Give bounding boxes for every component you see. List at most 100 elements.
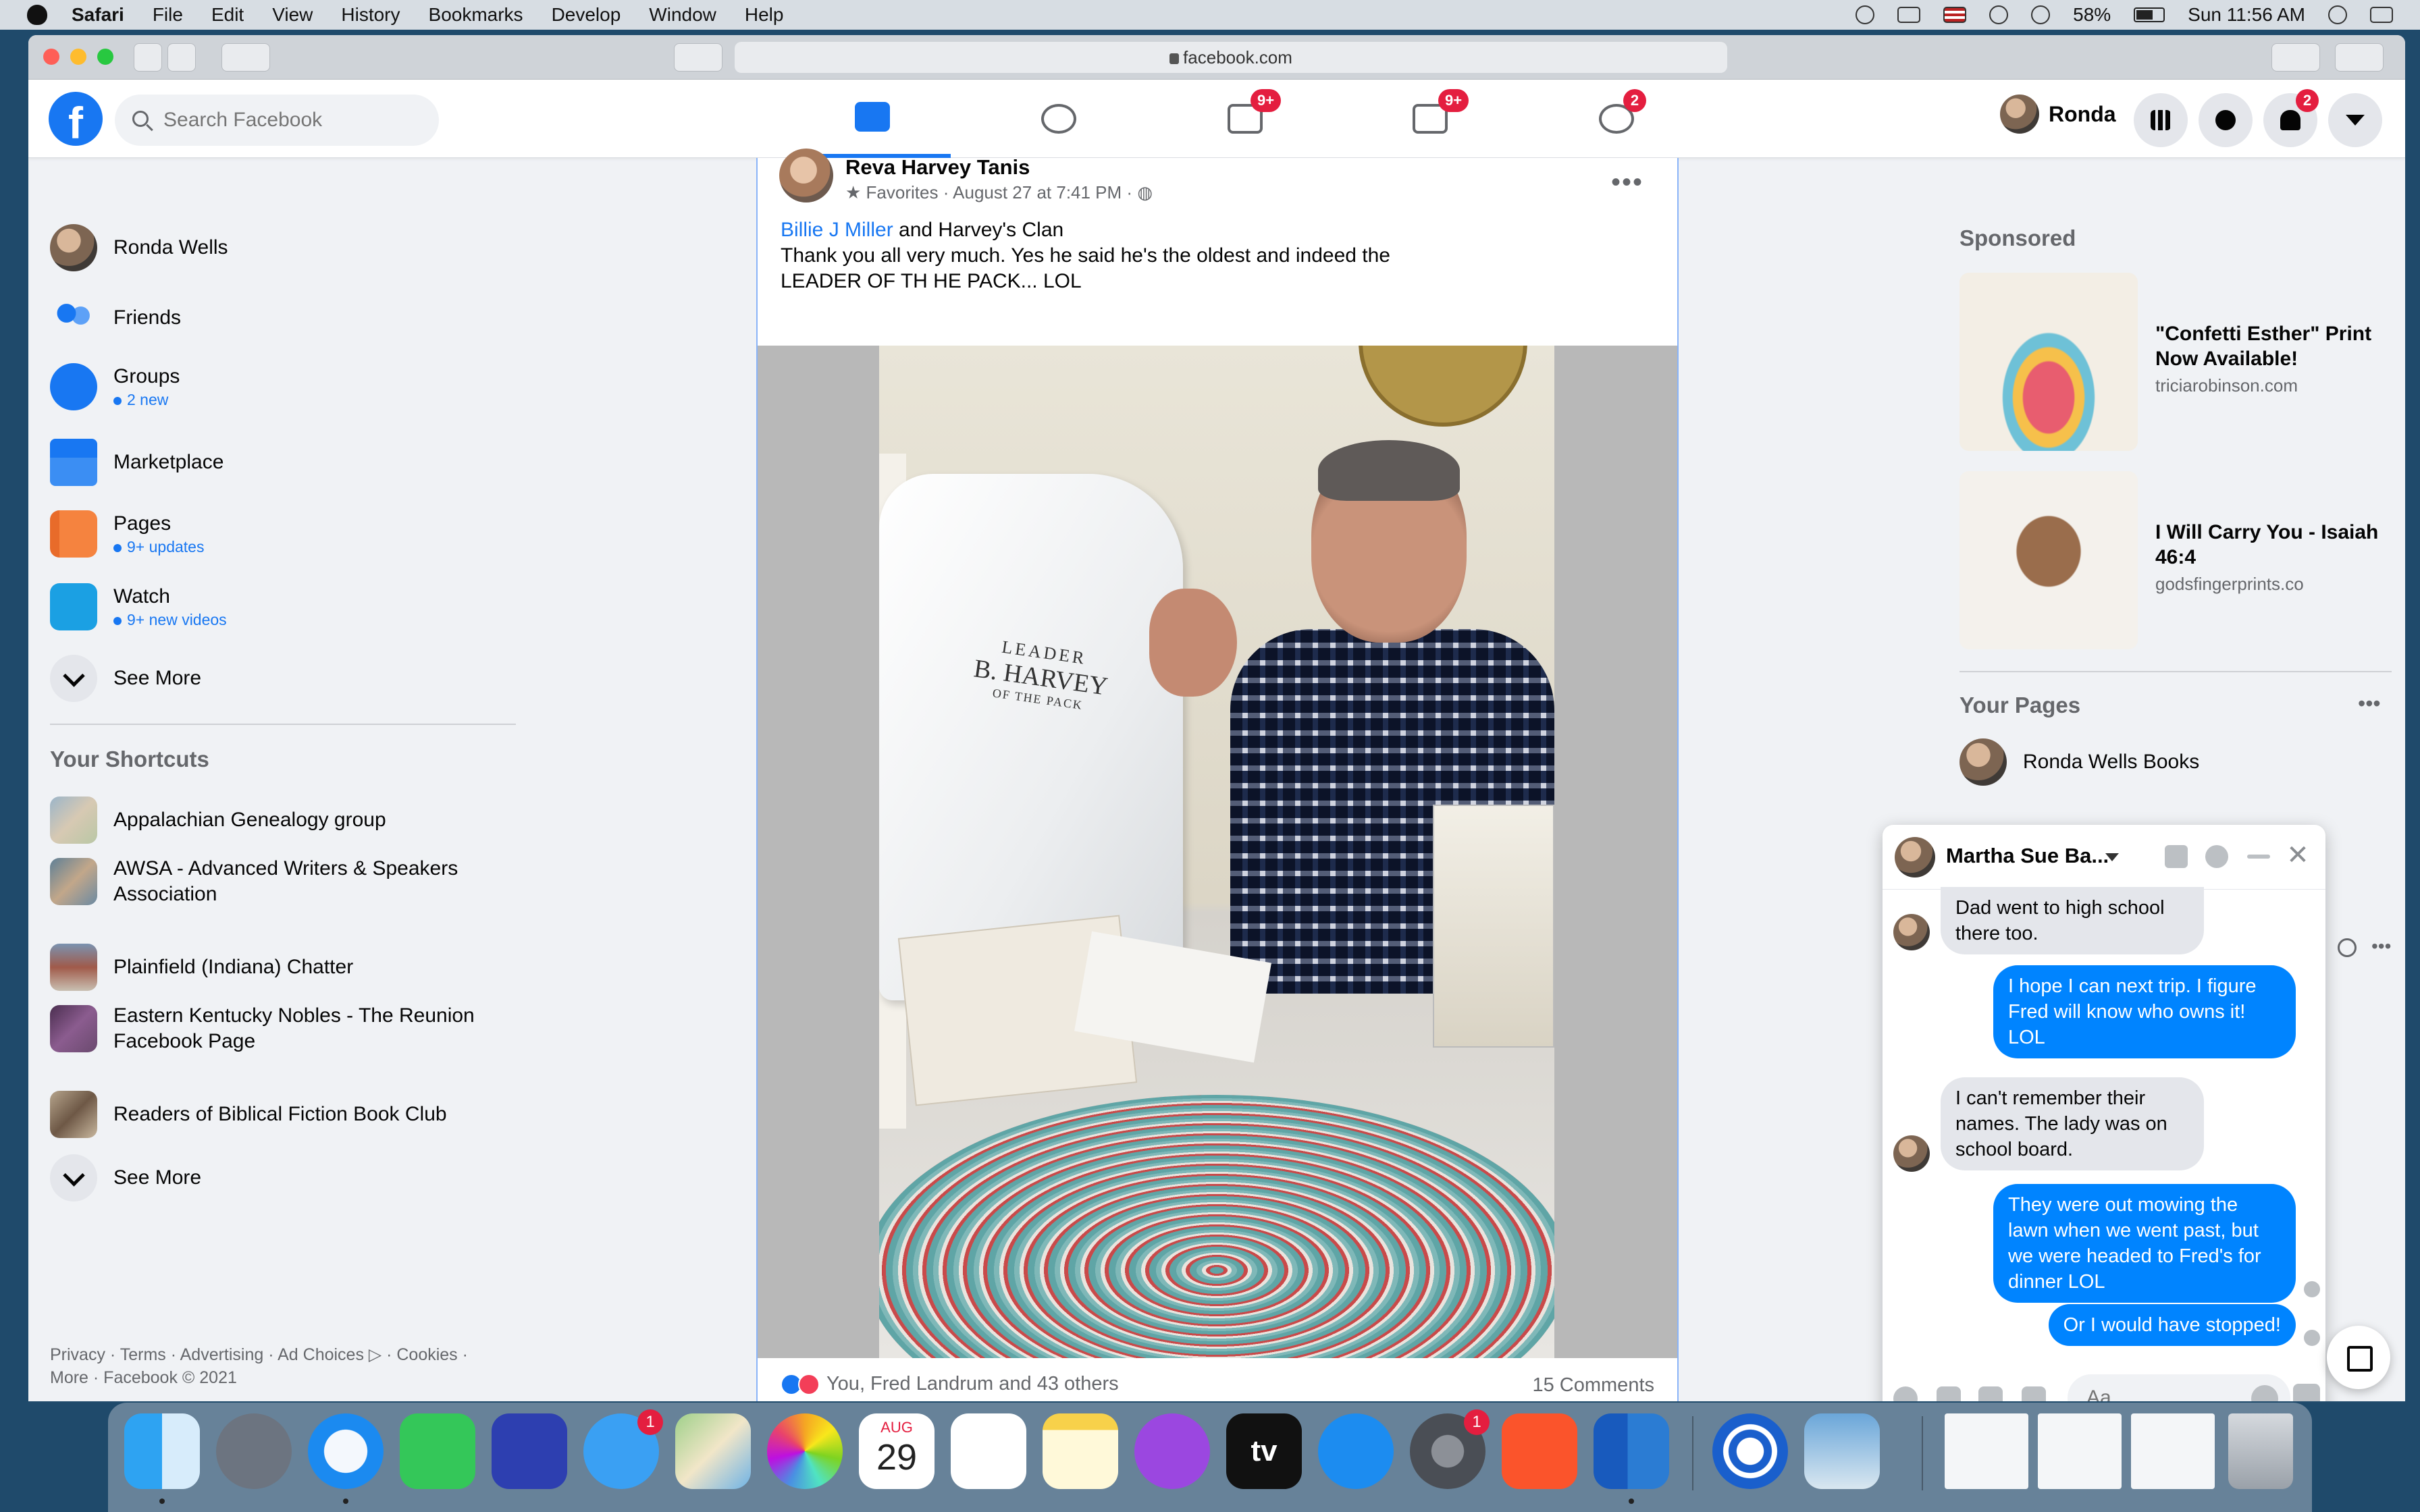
shortcut-item[interactable]: Eastern Kentucky Nobles - The Reunion Fa…	[50, 1003, 523, 1054]
gif-icon[interactable]	[2022, 1386, 2046, 1401]
shortcut-item[interactable]: Readers of Biblical Fiction Book Club	[50, 1091, 447, 1138]
control-center-icon[interactable]	[2370, 7, 2393, 23]
menu-develop[interactable]: Develop	[552, 4, 621, 26]
sync-status-icon[interactable]	[1856, 5, 1875, 24]
tabs-icon[interactable]	[2335, 43, 2384, 72]
search-icon[interactable]	[2338, 938, 2357, 957]
shortcut-item[interactable]: Appalachian Genealogy group	[50, 796, 386, 844]
address-bar[interactable]: facebook.com	[735, 42, 1727, 73]
minimized-window-thumbnail[interactable]	[2131, 1413, 2215, 1489]
footer-links[interactable]: Privacy · Terms · Advertising · Ad Choic…	[50, 1343, 509, 1389]
reminders-icon[interactable]	[951, 1413, 1026, 1489]
word-icon[interactable]	[1594, 1413, 1669, 1489]
zoom-window-button[interactable]	[97, 49, 113, 65]
bluetooth-icon[interactable]	[1989, 5, 2009, 24]
contacts-options-icon[interactable]: •••	[2371, 936, 2391, 957]
photos-icon[interactable]	[767, 1413, 843, 1489]
post-author[interactable]: Reva Harvey Tanis	[845, 155, 1030, 180]
tab-groups[interactable]: 2	[1538, 80, 1695, 158]
sidebar-item-profile[interactable]: Ronda Wells	[50, 224, 228, 271]
facebook-logo-icon[interactable]: f	[49, 92, 103, 148]
close-window-button[interactable]	[43, 49, 59, 65]
menu-file[interactable]: File	[153, 4, 183, 26]
profile-button[interactable]: Ronda	[2000, 94, 2116, 134]
menu-bookmarks[interactable]: Bookmarks	[429, 4, 523, 26]
thumbs-up-icon[interactable]	[2293, 1384, 2320, 1401]
see-more-shortcuts-button[interactable]: See More	[50, 1154, 201, 1202]
new-message-button[interactable]	[2327, 1326, 2390, 1389]
sidebar-icon[interactable]	[221, 43, 270, 72]
reaction-summary[interactable]: You, Fred Landrum and 43 others	[781, 1373, 1119, 1395]
shield-icon[interactable]	[674, 43, 722, 72]
tab-home[interactable]	[794, 80, 951, 158]
video-call-icon[interactable]	[2165, 845, 2188, 868]
tv-icon[interactable]: tv	[1226, 1413, 1302, 1489]
sticker-icon[interactable]	[1978, 1386, 2003, 1401]
avatar[interactable]	[779, 148, 833, 202]
messenger-button[interactable]	[2199, 93, 2253, 147]
settings-icon[interactable]: 1	[1410, 1409, 1490, 1489]
battery-icon[interactable]	[2134, 7, 2165, 22]
notes-icon[interactable]	[1043, 1413, 1118, 1489]
post-photo[interactable]: LEADER B. HARVEY OF THE PACK	[879, 346, 1554, 1358]
menu-help[interactable]: Help	[745, 4, 784, 26]
preview-icon[interactable]	[1804, 1413, 1880, 1489]
launchpad-icon[interactable]	[216, 1413, 292, 1489]
share-icon[interactable]	[2271, 43, 2320, 72]
sidebar-item-groups[interactable]: Groups 2 new	[50, 363, 180, 410]
brave-icon[interactable]	[1502, 1413, 1577, 1489]
sidebar-item-watch[interactable]: Watch 9+ new videos	[50, 583, 227, 630]
ad-item[interactable]: I Will Carry You - Isaiah 46:4 godsfinger…	[1959, 471, 2385, 649]
pages-options-button[interactable]: •••	[2358, 691, 2381, 716]
facetime-icon[interactable]	[400, 1413, 475, 1489]
minimized-window-thumbnail[interactable]	[2038, 1413, 2122, 1489]
chat-header[interactable]: Martha Sue Ba... ✕	[1883, 825, 2325, 890]
finder-icon[interactable]	[124, 1413, 200, 1489]
close-icon[interactable]: ✕	[2286, 842, 2309, 869]
menu-view[interactable]: View	[272, 4, 313, 26]
minimized-window-thumbnail[interactable]	[1945, 1413, 2028, 1489]
menu-window[interactable]: Window	[649, 4, 716, 26]
notifications-button[interactable]: 2	[2263, 89, 2319, 147]
tab-friends[interactable]	[980, 80, 1137, 158]
see-more-button[interactable]: See More	[50, 655, 201, 702]
account-button[interactable]	[2328, 93, 2382, 147]
menubar-clock[interactable]: Sun 11:56 AM	[2188, 4, 2305, 26]
sidebar-item-friends[interactable]: Friends	[50, 294, 181, 342]
apple-menu-icon[interactable]	[27, 5, 47, 25]
tab-watch[interactable]: 9+	[1352, 80, 1508, 158]
calendar-icon[interactable]: AUG 29	[859, 1413, 935, 1489]
menu-edit[interactable]: Edit	[211, 4, 244, 26]
safari-icon[interactable]	[308, 1413, 384, 1489]
trash-icon[interactable]	[2228, 1413, 2293, 1489]
appstore-icon[interactable]	[1318, 1413, 1394, 1489]
menu-history[interactable]: History	[341, 4, 400, 26]
scanner-icon[interactable]	[492, 1413, 567, 1489]
photo-icon[interactable]	[1937, 1386, 1961, 1401]
podcasts-icon[interactable]	[1134, 1413, 1210, 1489]
forward-icon[interactable]	[167, 43, 196, 72]
post-options-button[interactable]: •••	[1611, 167, 1643, 198]
search-input[interactable]	[115, 94, 439, 146]
shortcut-item[interactable]: Plainfield (Indiana) Chatter	[50, 944, 353, 991]
menu-grid-button[interactable]	[2134, 93, 2188, 147]
app-icon[interactable]	[1712, 1413, 1788, 1489]
spotlight-search-icon[interactable]	[2328, 5, 2347, 24]
wifi-icon[interactable]	[2031, 5, 2051, 24]
maps-icon[interactable]	[675, 1413, 751, 1489]
ad-item[interactable]: "Confetti Esther" Print Now Available! tr…	[1959, 273, 2385, 451]
minimize-window-button[interactable]	[70, 49, 86, 65]
menu-safari[interactable]: Safari	[72, 4, 124, 26]
minimize-icon[interactable]	[2247, 855, 2270, 859]
add-attachment-icon[interactable]	[1893, 1386, 1918, 1401]
chat-contact-name[interactable]: Martha Sue Ba...	[1946, 844, 2109, 868]
sidebar-item-pages[interactable]: Pages 9+ updates	[50, 510, 204, 558]
your-page-item[interactable]: Ronda Wells Books	[1959, 738, 2199, 786]
back-icon[interactable]	[134, 43, 162, 72]
messages-icon[interactable]: 1	[583, 1409, 663, 1489]
chevron-down-icon[interactable]	[2105, 853, 2119, 861]
comments-count[interactable]: 15 Comments	[1532, 1374, 1654, 1397]
flag-input-icon[interactable]	[1943, 7, 1967, 23]
sidebar-item-marketplace[interactable]: Marketplace	[50, 439, 223, 486]
tagged-user-link[interactable]: Billie J Miller	[781, 219, 893, 241]
